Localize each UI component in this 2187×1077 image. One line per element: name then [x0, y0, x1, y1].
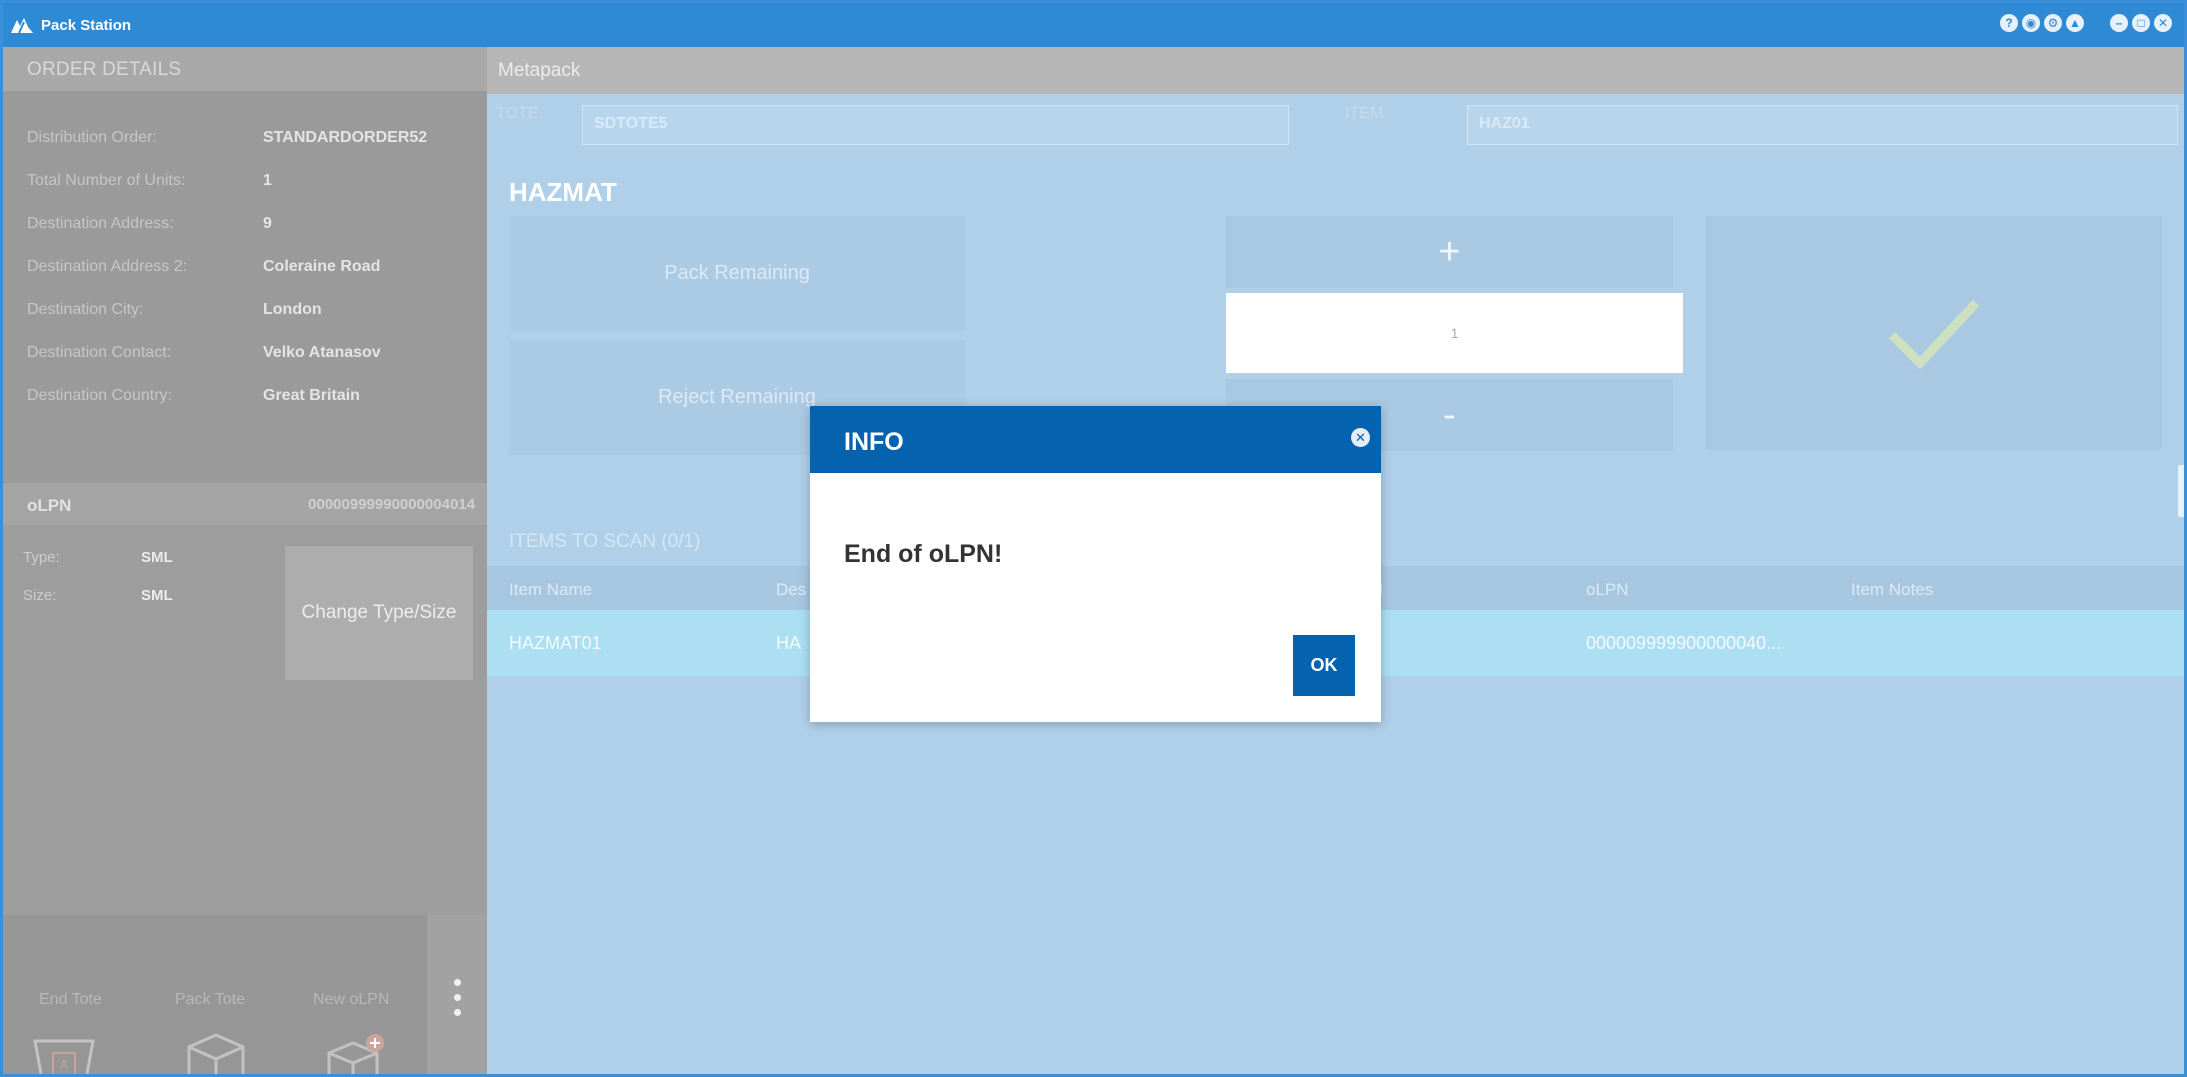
- column-item-notes[interactable]: Item Notes: [1851, 580, 1933, 600]
- column-description[interactable]: Des: [776, 580, 806, 600]
- pack-tote-label: Pack Tote: [175, 991, 245, 1008]
- pack-tote-icon[interactable]: [183, 1031, 249, 1077]
- dialog-title: INFO: [844, 428, 904, 456]
- detail-label: Distribution Order:: [27, 129, 157, 146]
- olpn-bar: oLPN 00000999990000004014: [3, 483, 487, 525]
- new-olpn-label: New oLPN: [313, 991, 390, 1008]
- olpn-size: Size: SML: [23, 587, 173, 604]
- title-bar: Pack Station ? ◉ ⚙ ▲ – □ ✕: [3, 3, 2184, 47]
- detail-value: STANDARDORDER52: [263, 129, 428, 146]
- order-details-list: Distribution Order: STANDARDORDER52 Tota…: [3, 91, 487, 483]
- item-heading: HAZMAT: [509, 177, 617, 207]
- detail-label: Destination Country:: [27, 387, 172, 404]
- detail-value: London: [263, 301, 322, 318]
- detail-row-destination-address: Destination Address: 9: [27, 215, 272, 233]
- bottom-action-bar: End Tote Pack Tote New oLPN A: [3, 915, 487, 1077]
- ok-button[interactable]: OK: [1293, 635, 1355, 696]
- cell-item-name: HAZMAT01: [509, 633, 602, 653]
- quantity-increment-button[interactable]: +: [1226, 216, 1673, 288]
- pack-remaining-button[interactable]: Pack Remaining: [509, 216, 965, 331]
- up-arrow-icon[interactable]: ▲: [2066, 14, 2084, 32]
- cell-olpn: 000009999900000040...: [1586, 633, 1782, 653]
- info-dialog: INFO ✕ End of oLPN! OK: [810, 406, 1381, 722]
- olpn-number: 00000999990000004014: [308, 496, 475, 513]
- minimize-icon[interactable]: –: [2110, 14, 2128, 32]
- item-label: ITEM: [1345, 105, 1384, 122]
- close-icon[interactable]: ✕: [2154, 14, 2172, 32]
- tote-input[interactable]: SDTOTE5: [582, 105, 1289, 145]
- type-value: SML: [141, 549, 173, 566]
- detail-label: Destination City:: [27, 301, 144, 318]
- new-olpn-icon[interactable]: [323, 1031, 389, 1077]
- help-icon[interactable]: ?: [2000, 14, 2018, 32]
- detail-row-distribution-order: Distribution Order: STANDARDORDER52: [27, 129, 427, 147]
- olpn-label: oLPN: [27, 496, 72, 515]
- detail-value: 9: [263, 215, 272, 232]
- detail-row-destination-country: Destination Country: Great Britain: [27, 387, 360, 405]
- quantity-input[interactable]: 1: [1226, 293, 1683, 373]
- app-logo-icon: [11, 18, 33, 34]
- detail-label: Destination Contact:: [27, 344, 172, 361]
- more-dot-icon: [453, 979, 461, 986]
- end-tote-icon[interactable]: A: [31, 1031, 97, 1077]
- change-type-size-button[interactable]: Change Type/Size: [285, 546, 473, 680]
- olpn-type: Type: SML: [23, 549, 173, 566]
- column-item-name[interactable]: Item Name: [509, 580, 592, 600]
- dialog-header: INFO ✕: [810, 406, 1381, 473]
- left-panel: ORDER DETAILS Distribution Order: STANDA…: [3, 47, 487, 1077]
- order-details-header: ORDER DETAILS: [3, 47, 487, 91]
- detail-value: Velko Atanasov: [263, 344, 381, 361]
- confirm-button[interactable]: [1706, 216, 2162, 450]
- dialog-message: End of oLPN!: [844, 540, 1003, 568]
- restore-icon[interactable]: □: [2132, 14, 2150, 32]
- detail-row-destination-contact: Destination Contact: Velko Atanasov: [27, 344, 381, 362]
- detail-value: Coleraine Road: [263, 258, 381, 275]
- item-input[interactable]: HAZ01: [1467, 105, 2178, 145]
- cell-description: HA: [776, 633, 802, 653]
- type-label: Type:: [23, 549, 60, 566]
- pack-station-window: Pack Station ? ◉ ⚙ ▲ – □ ✕ ORDER DETAILS…: [0, 0, 2187, 1077]
- metapack-header: Metapack: [487, 47, 2184, 94]
- title-bar-icons: ? ◉ ⚙ ▲ – □ ✕: [2000, 14, 2172, 32]
- svg-text:A: A: [60, 1058, 69, 1072]
- end-tote-label: End Tote: [39, 991, 102, 1008]
- detail-value: 1: [263, 172, 272, 189]
- detail-value: Great Britain: [263, 387, 360, 404]
- dialog-close-icon[interactable]: ✕: [1351, 428, 1370, 447]
- detail-row-destination-address-2: Destination Address 2: Coleraine Road: [27, 258, 380, 276]
- column-olpn[interactable]: oLPN: [1586, 580, 1629, 600]
- detail-label: Total Number of Units:: [27, 172, 186, 189]
- detail-label: Destination Address 2:: [27, 258, 188, 275]
- more-dot-icon: [453, 994, 461, 1001]
- items-to-scan-header: ITEMS TO SCAN (0/1): [509, 531, 701, 552]
- size-label: Size:: [23, 587, 57, 604]
- detail-row-destination-city: Destination City: London: [27, 301, 322, 319]
- more-options-button[interactable]: [427, 915, 487, 1074]
- detail-label: Destination Address:: [27, 215, 174, 232]
- location-icon[interactable]: ◉: [2022, 14, 2040, 32]
- detail-row-total-units: Total Number of Units: 1: [27, 172, 272, 190]
- scrollbar-thumb[interactable]: [2178, 465, 2184, 517]
- size-value: SML: [141, 587, 173, 604]
- tote-label: TOTE: [496, 105, 539, 122]
- more-dot-icon: [453, 1009, 461, 1016]
- window-title: Pack Station: [41, 16, 132, 34]
- checkmark-icon: [1888, 299, 1980, 370]
- settings-icon[interactable]: ⚙: [2044, 14, 2062, 32]
